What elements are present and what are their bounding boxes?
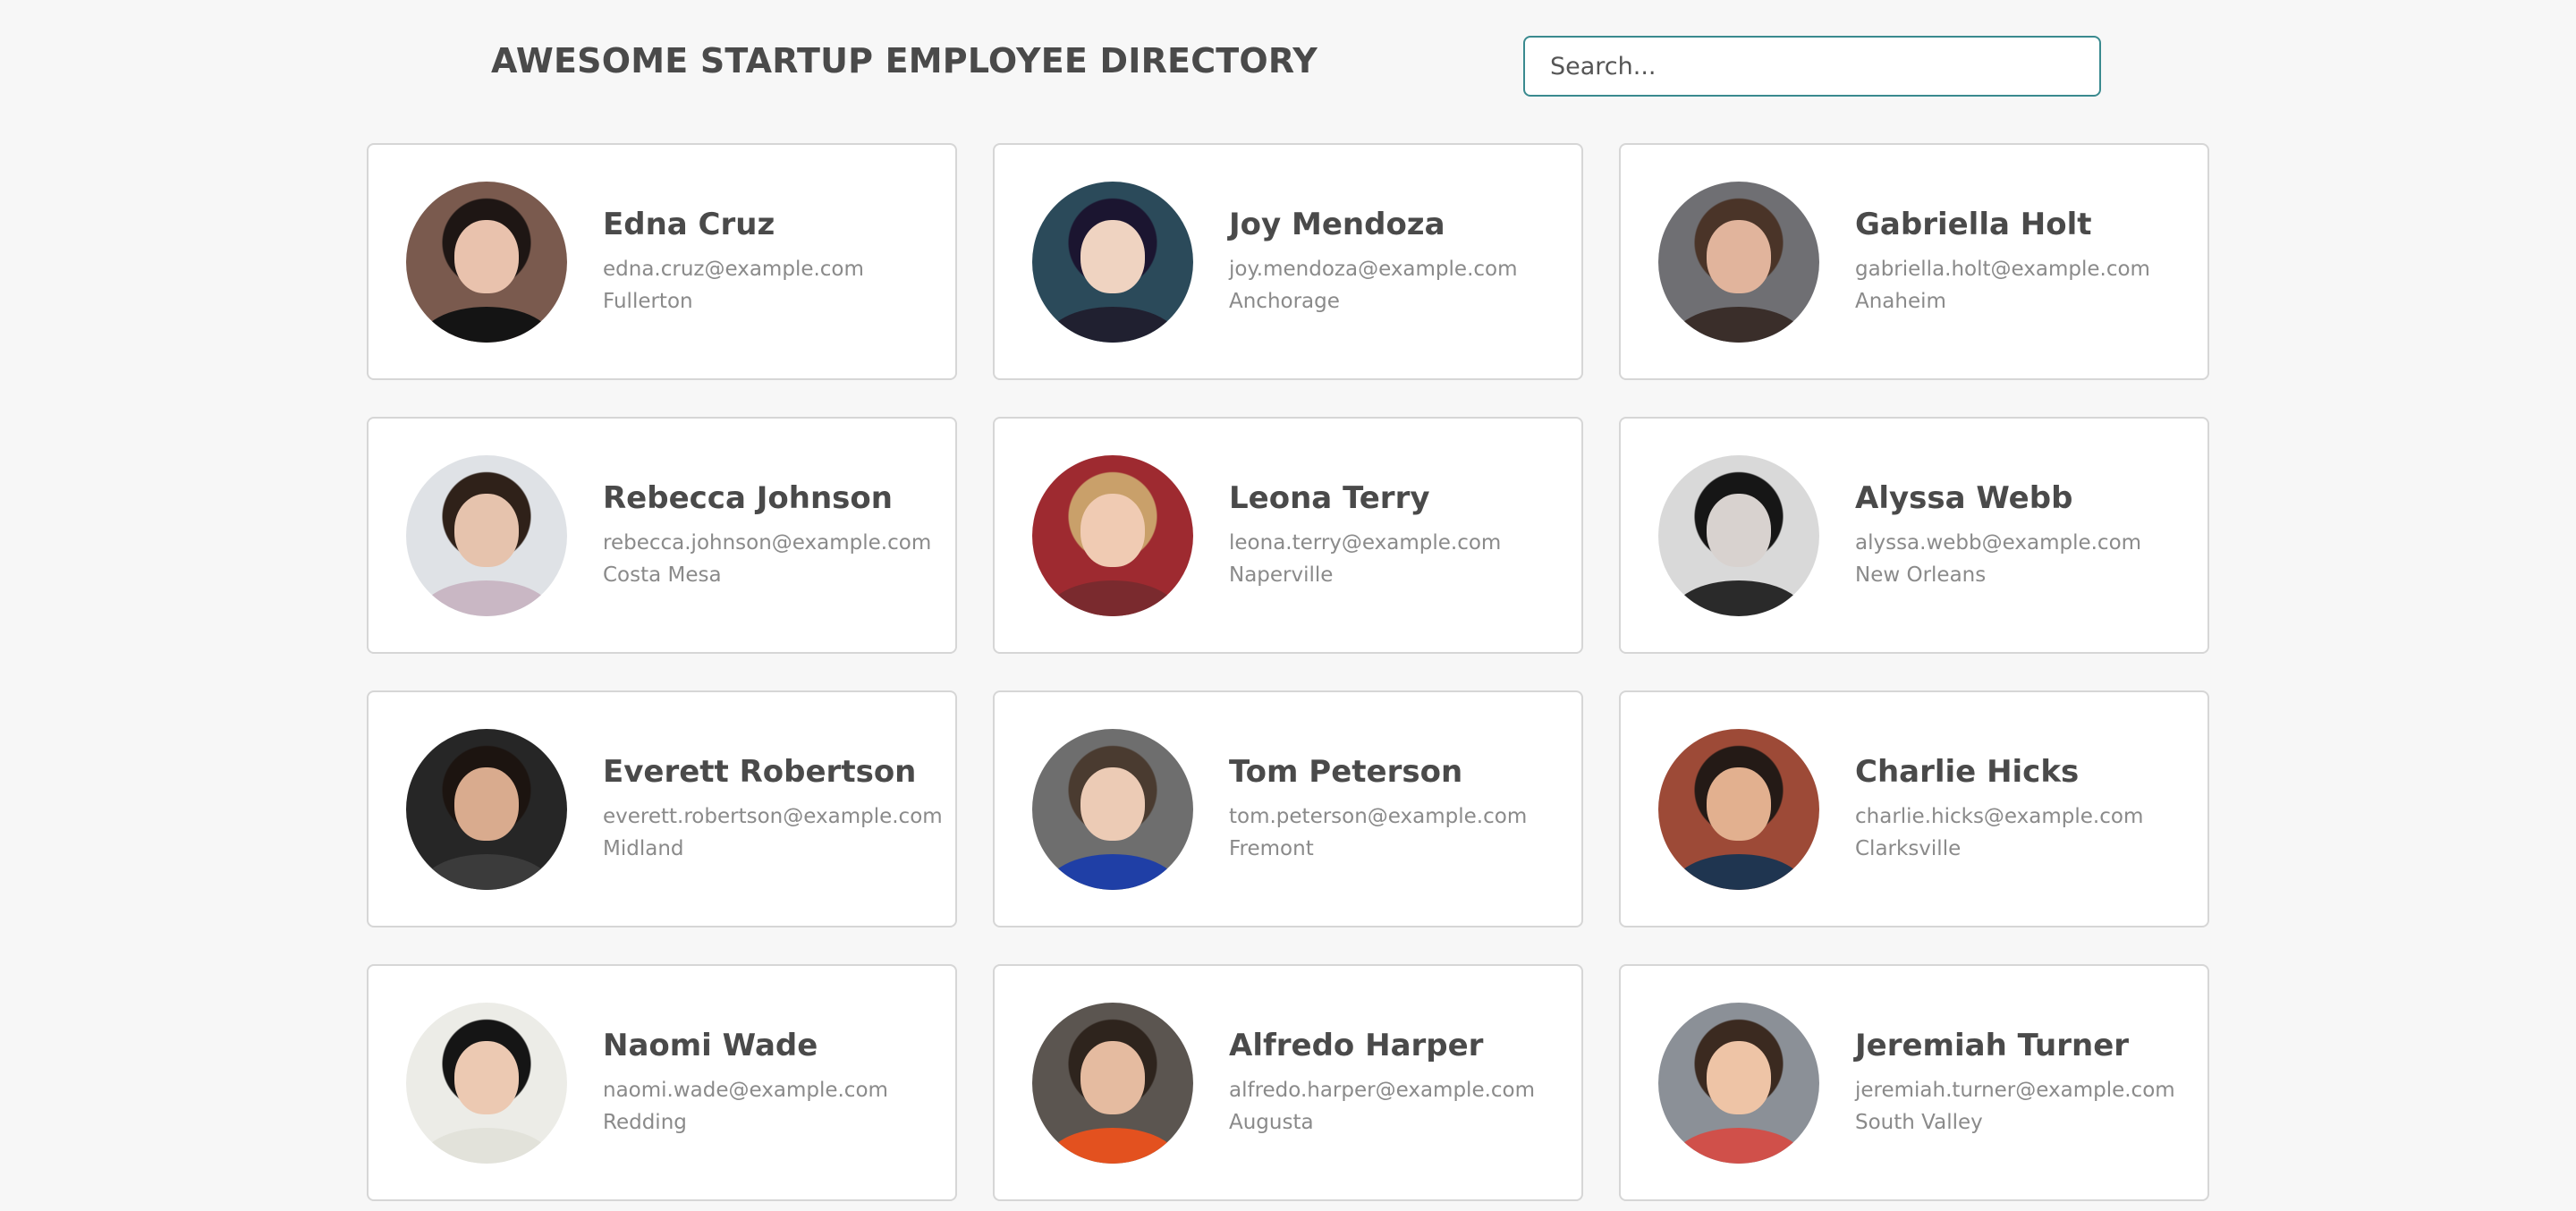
employee-info: Charlie Hicks charlie.hicks@example.com … [1855,754,2143,865]
employee-info: Jeremiah Turner jeremiah.turner@example.… [1855,1028,2175,1139]
avatar [1658,728,1819,890]
employee-email: naomi.wade@example.com [603,1078,888,1102]
employee-city: Clarksville [1855,836,1962,860]
employee-name: Gabriella Holt [1855,206,2092,242]
employee-card[interactable]: Alyssa Webb alyssa.webb@example.com New … [1619,417,2209,654]
employee-city: Anaheim [1855,289,1946,313]
employee-card[interactable]: Everett Robertson everett.robertson@exam… [367,690,957,927]
avatar [406,454,567,616]
employee-card[interactable]: Joy Mendoza joy.mendoza@example.com Anch… [993,143,1583,380]
employee-card[interactable]: Naomi Wade naomi.wade@example.com Reddin… [367,964,957,1201]
employee-email: charlie.hicks@example.com [1855,804,2144,828]
employee-grid: Edna Cruz edna.cruz@example.com Fullerto… [367,143,2210,1201]
avatar [406,181,567,343]
employee-city: Costa Mesa [603,563,722,587]
employee-info: Gabriella Holt gabriella.holt@example.co… [1855,207,2150,318]
employee-city: Naperville [1229,563,1334,587]
employee-info: Naomi Wade naomi.wade@example.com Reddin… [603,1028,888,1139]
employee-info: Alfredo Harper alfredo.harper@example.co… [1229,1028,1535,1139]
employee-card[interactable]: Alfredo Harper alfredo.harper@example.co… [993,964,1583,1201]
avatar [1658,181,1819,343]
employee-city: Anchorage [1229,289,1340,313]
employee-email: rebecca.johnson@example.com [603,530,932,555]
employee-city: Midland [603,836,684,860]
employee-info: Everett Robertson everett.robertson@exam… [603,754,943,865]
avatar [1658,454,1819,616]
employee-card[interactable]: Gabriella Holt gabriella.holt@example.co… [1619,143,2209,380]
avatar [406,1002,567,1164]
avatar [1658,1002,1819,1164]
employee-name: Alyssa Webb [1855,479,2073,516]
employee-email: joy.mendoza@example.com [1229,257,1518,281]
avatar [406,728,567,890]
employee-info: Joy Mendoza joy.mendoza@example.com Anch… [1229,207,1518,318]
employee-city: Fullerton [603,289,693,313]
employee-card[interactable]: Rebecca Johnson rebecca.johnson@example.… [367,417,957,654]
employee-name: Alfredo Harper [1229,1027,1484,1063]
employee-card[interactable]: Charlie Hicks charlie.hicks@example.com … [1619,690,2209,927]
search-input[interactable] [1523,36,2101,97]
employee-info: Edna Cruz edna.cruz@example.com Fullerto… [603,207,864,318]
employee-info: Rebecca Johnson rebecca.johnson@example.… [603,480,931,591]
page-title: AWESOME STARTUP EMPLOYEE DIRECTORY [491,41,1318,80]
employee-email: tom.peterson@example.com [1229,804,1528,828]
employee-email: leona.terry@example.com [1229,530,1502,555]
employee-city: New Orleans [1855,563,1987,587]
employee-name: Tom Peterson [1229,753,1463,790]
employee-card[interactable]: Tom Peterson tom.peterson@example.com Fr… [993,690,1583,927]
employee-info: Leona Terry leona.terry@example.com Nape… [1229,480,1501,591]
avatar [1032,1002,1193,1164]
employee-name: Joy Mendoza [1229,206,1445,242]
employee-name: Charlie Hicks [1855,753,2080,790]
employee-email: alfredo.harper@example.com [1229,1078,1536,1102]
employee-email: everett.robertson@example.com [603,804,943,828]
employee-name: Jeremiah Turner [1855,1027,2130,1063]
employee-name: Edna Cruz [603,206,775,242]
employee-info: Tom Peterson tom.peterson@example.com Fr… [1229,754,1527,865]
employee-email: jeremiah.turner@example.com [1855,1078,2175,1102]
employee-card[interactable]: Edna Cruz edna.cruz@example.com Fullerto… [367,143,957,380]
employee-city: Fremont [1229,836,1314,860]
employee-name: Leona Terry [1229,479,1430,516]
employee-name: Naomi Wade [603,1027,818,1063]
employee-name: Rebecca Johnson [603,479,893,516]
employee-card[interactable]: Leona Terry leona.terry@example.com Nape… [993,417,1583,654]
employee-info: Alyssa Webb alyssa.webb@example.com New … [1855,480,2141,591]
employee-email: alyssa.webb@example.com [1855,530,2142,555]
avatar [1032,454,1193,616]
employee-city: Augusta [1229,1110,1314,1134]
avatar [1032,181,1193,343]
avatar [1032,728,1193,890]
employee-name: Everett Robertson [603,753,917,790]
employee-email: gabriella.holt@example.com [1855,257,2150,281]
employee-card[interactable]: Jeremiah Turner jeremiah.turner@example.… [1619,964,2209,1201]
employee-email: edna.cruz@example.com [603,257,864,281]
employee-city: South Valley [1855,1110,1983,1134]
employee-city: Redding [603,1110,687,1134]
